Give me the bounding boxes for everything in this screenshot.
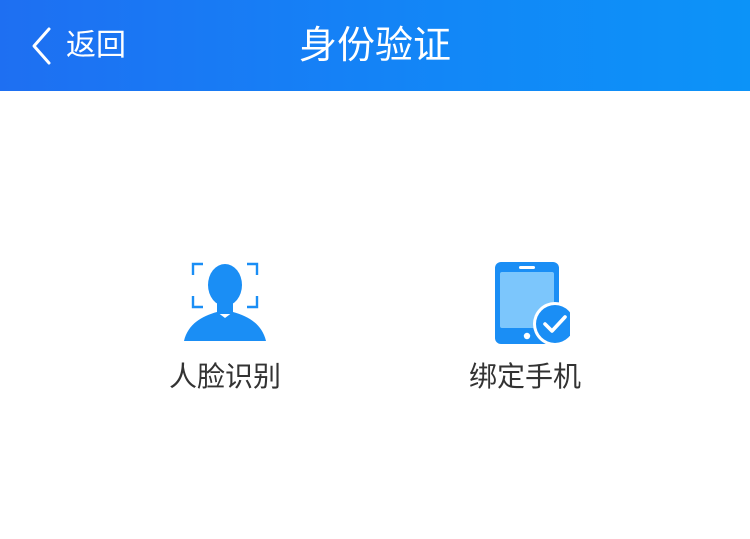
face-recognition-option[interactable]: 人脸识别 bbox=[125, 258, 325, 394]
face-recognition-icon bbox=[184, 262, 266, 341]
bind-phone-label: 绑定手机 bbox=[468, 360, 581, 393]
page-title: 身份验证 bbox=[298, 23, 451, 67]
header-bar: 返回 身份验证 bbox=[0, 0, 750, 91]
face-recognition-label: 人脸识别 bbox=[168, 360, 281, 393]
phone-verified-icon bbox=[495, 262, 570, 346]
bind-phone-option[interactable]: 绑定手机 bbox=[425, 258, 625, 394]
